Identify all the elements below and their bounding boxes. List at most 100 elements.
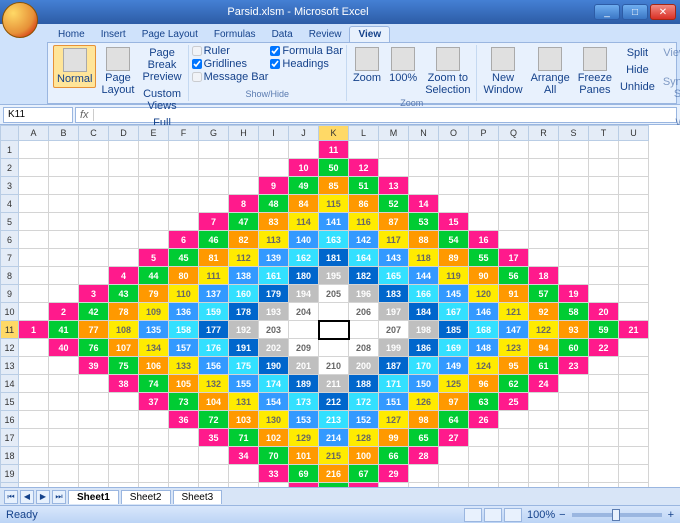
- cell-N1[interactable]: [409, 141, 439, 159]
- cell-G4[interactable]: [199, 195, 229, 213]
- cell-H13[interactable]: 175: [229, 357, 259, 375]
- cell-T20[interactable]: [589, 483, 619, 488]
- cell-E9[interactable]: 79: [139, 285, 169, 303]
- cell-I13[interactable]: 190: [259, 357, 289, 375]
- cell-I11[interactable]: 203: [259, 321, 289, 339]
- cell-S6[interactable]: [559, 231, 589, 249]
- cell-O15[interactable]: 97: [439, 393, 469, 411]
- cell-Q14[interactable]: 62: [499, 375, 529, 393]
- cell-C8[interactable]: [79, 267, 109, 285]
- col-header-I[interactable]: I: [259, 126, 289, 141]
- cell-N10[interactable]: 184: [409, 303, 439, 321]
- cell-M8[interactable]: 165: [379, 267, 409, 285]
- worksheet[interactable]: ABCDEFGHIJKLMNOPQRSTU1112105012394985511…: [0, 125, 680, 487]
- cell-K4[interactable]: 115: [319, 195, 349, 213]
- cell-A11[interactable]: 1: [19, 321, 49, 339]
- cell-T11[interactable]: 59: [589, 321, 619, 339]
- cell-H17[interactable]: 71: [229, 429, 259, 447]
- cell-N3[interactable]: [409, 177, 439, 195]
- cell-K12[interactable]: [319, 339, 349, 357]
- cell-S19[interactable]: [559, 465, 589, 483]
- cell-Q9[interactable]: 91: [499, 285, 529, 303]
- unhide-button[interactable]: Unhide: [617, 79, 658, 95]
- cell-C20[interactable]: [79, 483, 109, 488]
- cell-N20[interactable]: [409, 483, 439, 488]
- page-layout-button[interactable]: Page Layout: [98, 45, 137, 98]
- cell-E16[interactable]: [139, 411, 169, 429]
- cell-J7[interactable]: 162: [289, 249, 319, 267]
- cell-D8[interactable]: 4: [109, 267, 139, 285]
- cell-O6[interactable]: 54: [439, 231, 469, 249]
- cell-E5[interactable]: [139, 213, 169, 231]
- cell-C18[interactable]: [79, 447, 109, 465]
- message-bar-checkbox[interactable]: Message Bar: [192, 71, 269, 83]
- cell-S14[interactable]: [559, 375, 589, 393]
- col-header-K[interactable]: K: [319, 126, 349, 141]
- cell-S2[interactable]: [559, 159, 589, 177]
- view-normal-button[interactable]: [464, 508, 482, 522]
- cell-H1[interactable]: [229, 141, 259, 159]
- cell-R14[interactable]: 24: [529, 375, 559, 393]
- cell-C1[interactable]: [79, 141, 109, 159]
- cell-L9[interactable]: 196: [349, 285, 379, 303]
- cell-H20[interactable]: [229, 483, 259, 488]
- cell-O16[interactable]: 64: [439, 411, 469, 429]
- row-header-5[interactable]: 5: [1, 213, 19, 231]
- cell-S5[interactable]: [559, 213, 589, 231]
- cell-A6[interactable]: [19, 231, 49, 249]
- cell-M10[interactable]: 197: [379, 303, 409, 321]
- cell-M19[interactable]: 29: [379, 465, 409, 483]
- cell-K17[interactable]: 214: [319, 429, 349, 447]
- cell-M3[interactable]: 13: [379, 177, 409, 195]
- cell-F11[interactable]: 158: [169, 321, 199, 339]
- cell-R1[interactable]: [529, 141, 559, 159]
- cell-B11[interactable]: 41: [49, 321, 79, 339]
- cell-E6[interactable]: [139, 231, 169, 249]
- new-window-button[interactable]: New Window: [480, 45, 525, 98]
- cell-B5[interactable]: [49, 213, 79, 231]
- cell-C14[interactable]: [79, 375, 109, 393]
- cell-B6[interactable]: [49, 231, 79, 249]
- cell-I9[interactable]: 179: [259, 285, 289, 303]
- cell-O14[interactable]: 125: [439, 375, 469, 393]
- cell-P2[interactable]: [469, 159, 499, 177]
- cell-N6[interactable]: 88: [409, 231, 439, 249]
- cell-H3[interactable]: [229, 177, 259, 195]
- cell-Q5[interactable]: [499, 213, 529, 231]
- cell-U1[interactable]: [619, 141, 649, 159]
- custom-views-button[interactable]: Custom Views: [139, 86, 184, 114]
- cell-H6[interactable]: 82: [229, 231, 259, 249]
- cell-D16[interactable]: [109, 411, 139, 429]
- cell-P11[interactable]: 168: [469, 321, 499, 339]
- cell-K5[interactable]: 141: [319, 213, 349, 231]
- cell-B16[interactable]: [49, 411, 79, 429]
- cell-Q19[interactable]: [499, 465, 529, 483]
- cell-K20[interactable]: 68: [319, 483, 349, 488]
- cell-N11[interactable]: 198: [409, 321, 439, 339]
- cell-B18[interactable]: [49, 447, 79, 465]
- cell-Q1[interactable]: [499, 141, 529, 159]
- cell-J14[interactable]: 189: [289, 375, 319, 393]
- cell-T1[interactable]: [589, 141, 619, 159]
- cell-J11[interactable]: [289, 321, 319, 339]
- cell-J15[interactable]: 173: [289, 393, 319, 411]
- headings-checkbox[interactable]: Headings: [270, 58, 343, 70]
- cell-U13[interactable]: [619, 357, 649, 375]
- cell-A12[interactable]: [19, 339, 49, 357]
- cell-O5[interactable]: 15: [439, 213, 469, 231]
- cell-J12[interactable]: 209: [289, 339, 319, 357]
- cell-P13[interactable]: 124: [469, 357, 499, 375]
- cell-S13[interactable]: 23: [559, 357, 589, 375]
- cell-G18[interactable]: [199, 447, 229, 465]
- row-header-14[interactable]: 14: [1, 375, 19, 393]
- cell-T3[interactable]: [589, 177, 619, 195]
- tab-page-layout[interactable]: Page Layout: [134, 27, 206, 42]
- cell-I17[interactable]: 102: [259, 429, 289, 447]
- cell-J19[interactable]: 69: [289, 465, 319, 483]
- cell-E4[interactable]: [139, 195, 169, 213]
- cell-T10[interactable]: 20: [589, 303, 619, 321]
- cell-C15[interactable]: [79, 393, 109, 411]
- gridlines-checkbox[interactable]: Gridlines: [192, 58, 269, 70]
- cell-E12[interactable]: 134: [139, 339, 169, 357]
- hide-button[interactable]: Hide: [617, 62, 658, 78]
